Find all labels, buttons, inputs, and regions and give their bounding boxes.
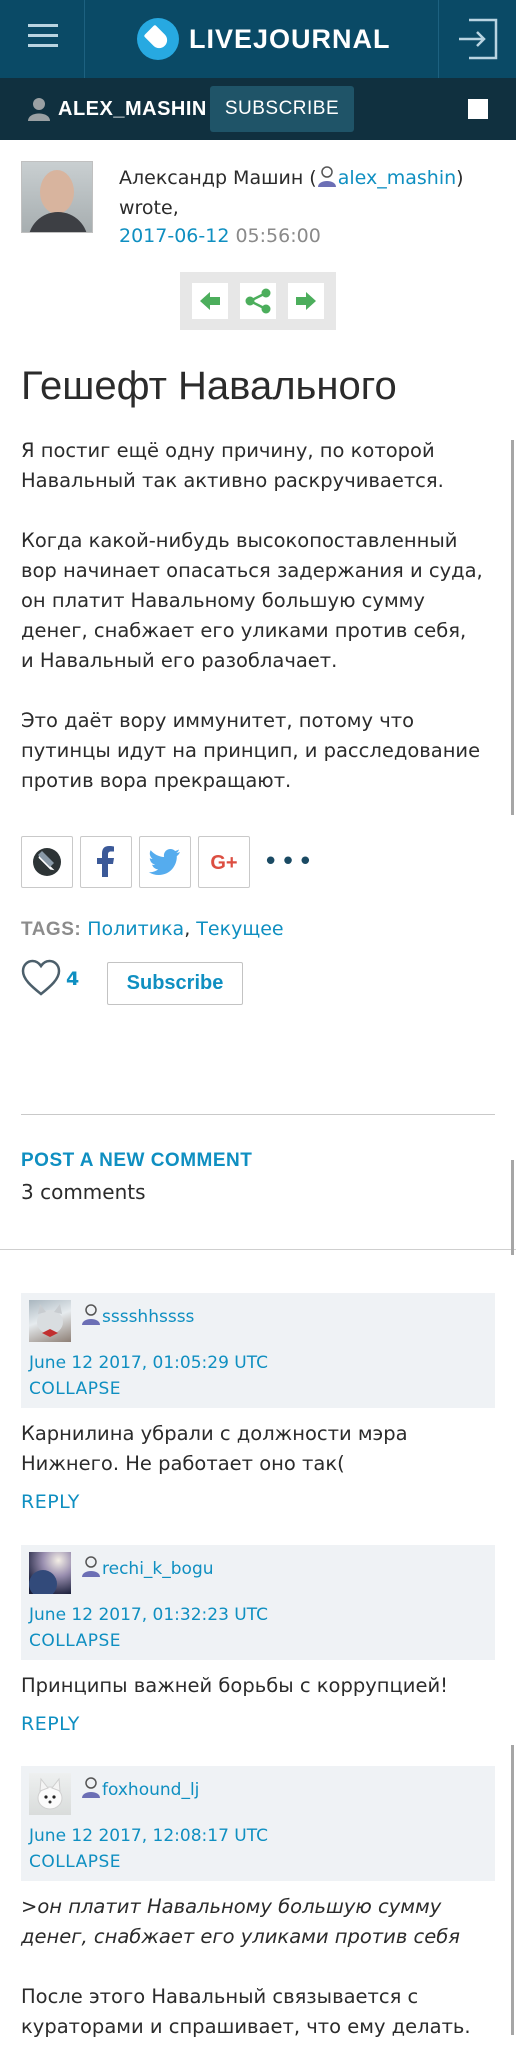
post-date-link[interactable]: 2017-06-12 (119, 225, 229, 247)
wrote-label: wrote, (119, 197, 179, 219)
fox-avatar-icon (37, 1777, 63, 1810)
share-twitter-button[interactable] (139, 836, 191, 888)
author-avatar[interactable] (21, 161, 93, 233)
user-icon (82, 1777, 100, 1798)
comment-username[interactable]: rechi_k_bogu (81, 1556, 214, 1579)
tags-separator: , (184, 918, 191, 940)
author-handle-link[interactable]: alex_mashin (338, 167, 456, 189)
menu-line (28, 44, 58, 47)
journal-username[interactable]: ALEX_MASHIN (58, 98, 207, 121)
post-time: 05:56:00 (235, 225, 321, 247)
tag-link[interactable]: Текущее (196, 918, 283, 940)
share-facebook-button[interactable] (80, 836, 132, 888)
subscribe-button[interactable]: Subscribe (107, 962, 243, 1005)
reply-button[interactable]: REPLY (21, 1713, 80, 1735)
author-line: Александр Машин ( alex_mashin) wrote, (119, 163, 504, 223)
google-plus-label: G+ (210, 852, 237, 874)
post-paragraph: и Навальный его разоблачает. (21, 649, 338, 672)
avatar-shirt (28, 212, 88, 232)
comment-date[interactable]: June 12 2017, 01:05:29 UTC (29, 1353, 268, 1373)
avatar-face (40, 170, 74, 214)
user-icon (82, 1556, 100, 1577)
scrollbar[interactable] (511, 1745, 514, 2035)
next-post-button[interactable] (288, 283, 324, 319)
comment-avatar[interactable] (29, 1773, 71, 1815)
comment-avatar[interactable] (29, 1300, 71, 1342)
login-button[interactable] (438, 0, 516, 78)
author-close: ) (456, 167, 464, 189)
comment-username-text: sssshhssss (102, 1307, 195, 1327)
menu-button[interactable] (0, 0, 85, 78)
comment-header: sssshhssss June 12 2017, 01:05:29 UTC CO… (21, 1293, 495, 1408)
comment-date[interactable]: June 12 2017, 01:32:23 UTC (29, 1605, 268, 1625)
reply-button[interactable]: REPLY (21, 1491, 80, 1513)
comment-text: После этого Навальный связывается с кура… (21, 1985, 471, 2038)
like-count: 4 (66, 968, 80, 990)
livejournal-logo-icon (137, 18, 179, 60)
collapse-button[interactable]: COLLAPSE (29, 1852, 121, 1872)
top-bar: LIVEJOURNAL (0, 0, 516, 78)
scrollbar[interactable] (511, 1160, 514, 1255)
post-title: Гешефт Навального (21, 364, 397, 408)
comment-quote: >он платит Навальному большую сумму дене… (21, 1895, 460, 1948)
menu-line (28, 24, 58, 27)
square-icon[interactable] (468, 99, 488, 119)
comment-count: 3 comments (21, 1180, 146, 1204)
comment-username-text: rechi_k_bogu (102, 1559, 214, 1579)
post-navigation (180, 272, 336, 330)
comment-header: foxhound_lj June 12 2017, 12:08:17 UTC C… (21, 1766, 495, 1881)
comment-text: Карнилина убрали с должности мэра Нижнег… (21, 1422, 408, 1475)
comment-avatar[interactable] (29, 1552, 71, 1594)
user-icon (28, 98, 50, 121)
tags-line: TAGS: Политика, Текущее (21, 918, 284, 941)
divider (21, 1114, 495, 1115)
comment-username-text: foxhound_lj (102, 1780, 200, 1800)
user-icon (317, 166, 336, 187)
subscribe-button-top[interactable]: SUBSCRIBE (210, 86, 354, 132)
cat-avatar-icon (37, 1304, 63, 1337)
journal-user-bar: ALEX_MASHIN SUBSCRIBE (0, 78, 516, 140)
menu-line (28, 34, 58, 37)
post-paragraph: Я постиг ещё одну причину, по которой На… (21, 439, 444, 492)
comment-date[interactable]: June 12 2017, 12:08:17 UTC (29, 1826, 268, 1846)
logo-text: LIVEJOURNAL (189, 23, 391, 54)
divider (0, 1249, 516, 1250)
post-new-comment-link[interactable]: POST A NEW COMMENT (21, 1150, 252, 1172)
planet-avatar-icon (29, 1570, 57, 1594)
heart-icon[interactable] (21, 958, 61, 998)
post-paragraph: Когда какой-нибудь высокопоставленный во… (21, 529, 483, 642)
previous-post-button[interactable] (192, 283, 228, 319)
google-plus-icon: G+ (210, 852, 237, 874)
more-share-icon[interactable]: ••• (263, 849, 315, 875)
login-icon (459, 18, 498, 60)
share-livejournal-button[interactable] (21, 836, 73, 888)
livejournal-logo[interactable]: LIVEJOURNAL (137, 12, 391, 66)
post-body: Я постиг ещё одну причину, по которой На… (21, 436, 496, 826)
scrollbar[interactable] (511, 440, 514, 815)
comment-header: rechi_k_bogu June 12 2017, 01:32:23 UTC … (21, 1545, 495, 1660)
facebook-icon (97, 846, 114, 877)
user-icon (82, 1304, 100, 1325)
comment-text: Принципы важней борьбы с коррупцией! (21, 1674, 448, 1697)
author-name: Александр Машин ( (119, 167, 317, 189)
collapse-button[interactable]: COLLAPSE (29, 1379, 121, 1399)
share-icon (245, 288, 271, 314)
tags-label: TAGS: (21, 919, 82, 940)
twitter-icon (148, 849, 180, 875)
post-paragraph: Это даёт вору иммунитет, потому что пути… (21, 709, 481, 792)
livejournal-icon (33, 848, 61, 876)
share-google-plus-button[interactable]: G+ (198, 836, 250, 888)
tag-link[interactable]: Политика (87, 918, 184, 940)
share-button[interactable] (240, 283, 276, 319)
post-date: 2017-06-12 05:56:00 (119, 225, 321, 247)
arrow-left-icon (200, 292, 220, 310)
comment-username[interactable]: foxhound_lj (81, 1777, 199, 1800)
collapse-button[interactable]: COLLAPSE (29, 1631, 121, 1651)
comment-username[interactable]: sssshhssss (81, 1304, 194, 1327)
arrow-right-icon (296, 292, 316, 310)
